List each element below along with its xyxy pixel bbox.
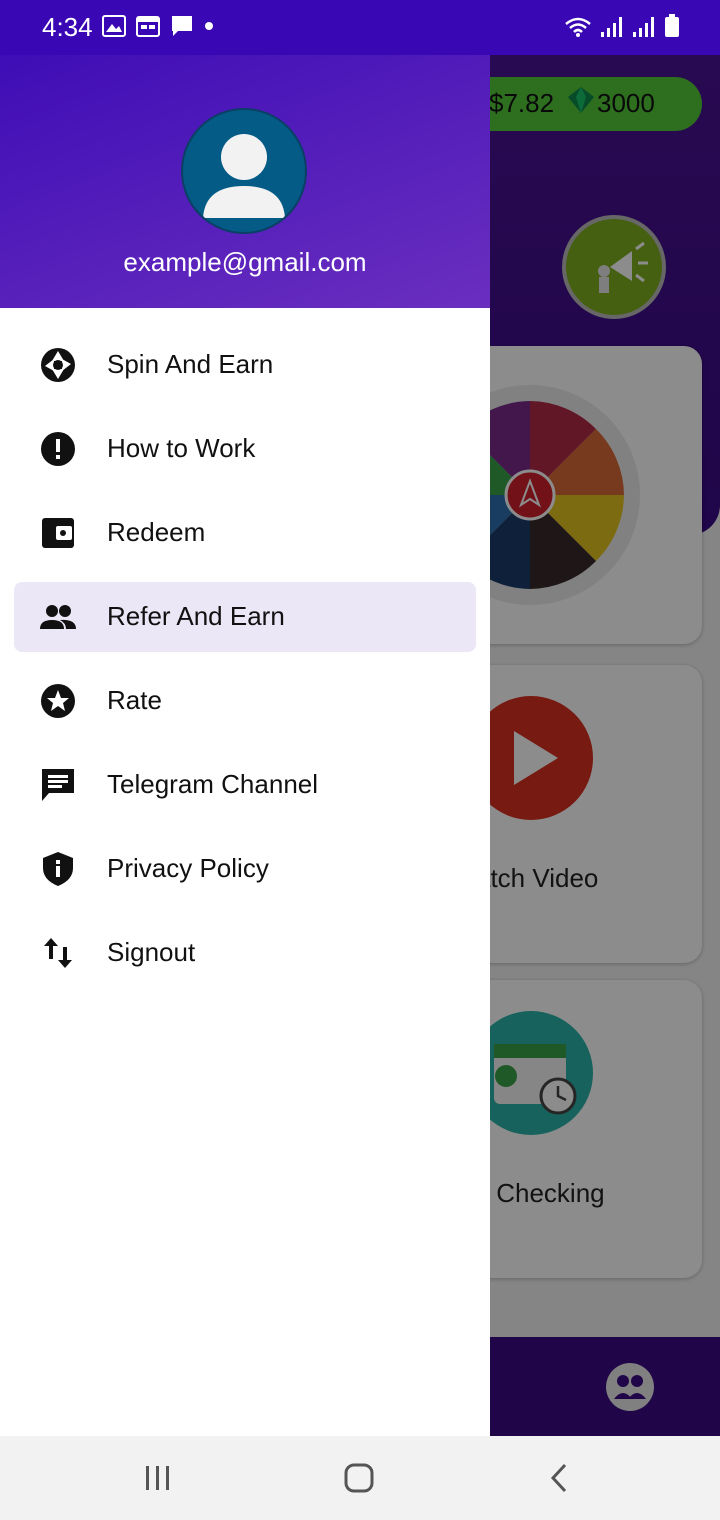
dot-icon	[205, 22, 213, 30]
menu-item-label: How to Work	[107, 433, 256, 463]
star-circle-icon	[41, 684, 75, 718]
menu-item-rate[interactable]: Rate	[14, 666, 476, 736]
message-icon	[172, 16, 192, 36]
signal-icon	[633, 17, 654, 37]
menu-item-how-to-work[interactable]: How to Work	[14, 414, 476, 484]
back-icon[interactable]	[538, 1456, 582, 1500]
menu-item-label: Rate	[107, 685, 162, 715]
calendar-icon	[136, 16, 160, 37]
menu-item-telegram-channel[interactable]: Telegram Channel	[14, 750, 476, 820]
aperture-icon	[41, 348, 75, 382]
menu-item-refer-and-earn[interactable]: Refer And Earn	[14, 582, 476, 652]
status-notification-icons	[102, 14, 214, 38]
shield-info-icon	[43, 852, 73, 886]
user-email: example@gmail.com	[123, 247, 367, 277]
alert-circle-icon	[41, 432, 75, 466]
menu-item-privacy-policy[interactable]: Privacy Policy	[14, 834, 476, 904]
status-bar: 4:34	[0, 0, 720, 55]
menu-item-signout[interactable]: Signout	[14, 918, 476, 988]
battery-icon	[665, 14, 679, 37]
user-icon	[203, 134, 285, 218]
home-icon[interactable]	[337, 1456, 381, 1500]
swap-vertical-icon	[44, 938, 72, 968]
menu-item-spin-and-earn[interactable]: Spin And Earn	[14, 330, 476, 400]
wifi-icon	[565, 17, 591, 37]
drawer-header: example@gmail.com	[0, 55, 490, 308]
avatar[interactable]	[181, 108, 307, 234]
recent-apps-icon[interactable]	[136, 1456, 180, 1500]
chat-icon	[42, 769, 74, 801]
signal-icon	[601, 17, 622, 37]
menu-item-label: Spin And Earn	[107, 349, 274, 379]
menu-item-redeem[interactable]: Redeem	[14, 498, 476, 568]
menu-item-label: Telegram Channel	[107, 769, 319, 799]
menu-item-label: Privacy Policy	[107, 853, 269, 883]
gallery-icon	[102, 15, 126, 37]
status-time: 4:34	[42, 12, 93, 42]
system-navigation-bar	[0, 1436, 720, 1520]
menu-item-label: Refer And Earn	[107, 601, 285, 631]
navigation-drawer: example@gmail.com Spin And Earn How to W…	[0, 55, 490, 1436]
status-system-icons	[564, 14, 680, 38]
wallet-icon	[42, 518, 74, 548]
people-icon	[40, 605, 76, 629]
menu-item-label: Redeem	[107, 517, 206, 547]
menu-item-label: Signout	[107, 937, 196, 967]
